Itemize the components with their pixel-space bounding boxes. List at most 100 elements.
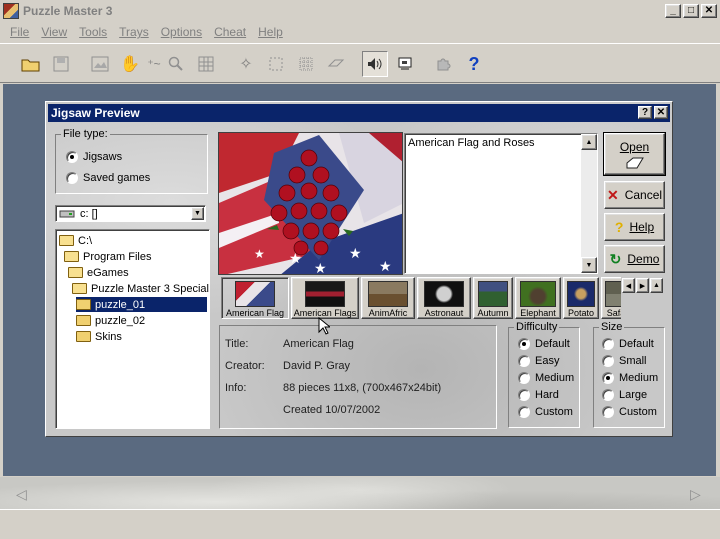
tray-left-icon[interactable]: ◁ (16, 486, 27, 503)
menu-options[interactable]: Options (155, 25, 208, 39)
description-text: American Flag and Roses (408, 137, 535, 149)
open-button[interactable]: Open (603, 132, 666, 176)
difficulty-default[interactable]: Default (518, 338, 570, 350)
tree-node[interactable]: eGames (68, 265, 131, 280)
thumb-up-icon[interactable]: ▲ (650, 278, 663, 293)
save-icon[interactable] (48, 51, 74, 77)
folder-tree[interactable]: C:\ Program Files eGames Puzzle Master 3… (55, 229, 210, 429)
chevron-down-icon[interactable]: ▼ (191, 207, 204, 220)
thumbnail-item[interactable]: Safa (601, 277, 621, 319)
tray-right-icon[interactable]: ▷ (690, 486, 701, 503)
magic-icon[interactable]: ✧ (233, 51, 259, 77)
tree-node-selected[interactable]: puzzle_01 (76, 297, 207, 312)
drive-select[interactable]: c: [] ▼ (55, 205, 206, 222)
help-button-label: Help (629, 220, 655, 234)
menu-cheat[interactable]: Cheat (208, 25, 252, 39)
scroll-down-icon[interactable]: ▼ (581, 257, 597, 273)
question-icon: ? (614, 219, 624, 235)
picture-icon[interactable] (87, 51, 113, 77)
dialog-close-button[interactable]: ✕ (654, 106, 668, 119)
tray-icon[interactable] (323, 51, 349, 77)
all-pieces-icon[interactable] (293, 51, 319, 77)
radio-dot (66, 151, 78, 163)
menu-help[interactable]: Help (252, 25, 289, 39)
thumbnail-item[interactable]: AnimAfric (361, 277, 415, 319)
difficulty-medium[interactable]: Medium (518, 372, 574, 384)
thumbnail-caption: Astronaut (424, 308, 464, 318)
title-label: Title: (225, 338, 249, 350)
piece-icon[interactable] (430, 51, 456, 77)
sound-icon[interactable] (362, 51, 388, 77)
dialog-title-bar: Jigsaw Preview ? ✕ (48, 104, 670, 122)
menu-tools[interactable]: Tools (73, 25, 113, 39)
difficulty-hard[interactable]: Hard (518, 389, 559, 401)
thumbnail-item[interactable]: Elephant (515, 277, 561, 319)
difficulty-custom[interactable]: Custom (518, 406, 573, 418)
radio-label: Default (535, 338, 570, 350)
close-button[interactable]: ✕ (701, 4, 717, 18)
tree-node[interactable]: C:\ (59, 233, 94, 248)
tree-node[interactable]: puzzle_02 (76, 313, 147, 328)
radio-dot (518, 389, 530, 401)
maximize-button[interactable]: □ (683, 4, 699, 18)
title-value: American Flag (283, 338, 354, 350)
thumbnail-item[interactable]: Autumn (473, 277, 513, 319)
hand-icon[interactable]: ✋ (117, 51, 143, 77)
difficulty-legend: Difficulty (516, 321, 558, 333)
size-medium[interactable]: Medium (602, 372, 658, 384)
menu-file[interactable]: File (4, 25, 35, 39)
tree-node-label: Skins (95, 330, 122, 343)
thumbnail-item[interactable]: Astronaut (417, 277, 471, 319)
menu-trays[interactable]: Trays (113, 25, 155, 39)
radio-dot (602, 355, 614, 367)
description-scrollbar[interactable]: ▲ ▼ (581, 134, 597, 273)
thumb-prev-icon[interactable]: ◀ (622, 278, 635, 293)
info-value: 88 pieces 11x8, (700x467x24bit) (283, 382, 442, 394)
radio-label: Custom (535, 406, 573, 418)
grid-icon[interactable] (193, 51, 219, 77)
tree-node[interactable]: Skins (76, 329, 124, 344)
folder-icon (76, 299, 91, 310)
thumb-next-icon[interactable]: ▶ (636, 278, 649, 293)
size-custom[interactable]: Custom (602, 406, 657, 418)
thumbnail-item[interactable]: American Flag (221, 277, 289, 319)
folder-icon (76, 315, 91, 326)
difficulty-easy[interactable]: Easy (518, 355, 559, 367)
thumbnail-caption: AnimAfric (368, 308, 408, 318)
tree-node-label: eGames (87, 266, 129, 279)
tree-node[interactable]: Puzzle Master 3 Special (72, 281, 211, 296)
dialog-help-button[interactable]: ? (638, 106, 652, 119)
description-box[interactable]: American Flag and Roses ▲ ▼ (404, 133, 598, 274)
thumbnail-item[interactable]: American Flags (291, 277, 359, 319)
help-icon[interactable]: ? (461, 51, 487, 77)
thumbnail-image (520, 281, 556, 307)
radio-dot (518, 406, 530, 418)
menu-view[interactable]: View (35, 25, 73, 39)
preview-icon[interactable] (392, 51, 418, 77)
folder-open-icon (64, 251, 79, 262)
open-button-label: Open (619, 139, 650, 154)
radio-jigsaws[interactable]: Jigsaws (66, 151, 122, 163)
radio-label: Easy (535, 355, 560, 367)
size-default[interactable]: Default (602, 338, 654, 350)
edge-pieces-icon[interactable] (263, 51, 289, 77)
demo-button[interactable]: ↻ Demo (604, 245, 665, 273)
tree-node[interactable]: Program Files (64, 249, 153, 264)
size-large[interactable]: Large (602, 389, 647, 401)
scroll-up-icon[interactable]: ▲ (581, 134, 597, 150)
folder-open-icon (68, 267, 83, 278)
radio-label: Small (619, 355, 647, 367)
thumbnail-caption: Potato (567, 308, 595, 318)
cancel-button[interactable]: ✕ Cancel (604, 181, 665, 209)
svg-text:★: ★ (254, 247, 265, 261)
help-button[interactable]: ? Help (604, 213, 665, 241)
svg-text:★: ★ (379, 258, 392, 274)
size-small[interactable]: Small (602, 355, 647, 367)
radio-saved-games[interactable]: Saved games (66, 172, 150, 184)
size-legend: Size (601, 321, 623, 333)
minimize-button[interactable]: _ (665, 4, 681, 18)
open-folder-icon[interactable] (18, 51, 44, 77)
thumbnail-item[interactable]: Potato (563, 277, 599, 319)
zoom-icon[interactable] (163, 51, 189, 77)
tree-node-label: C:\ (78, 234, 93, 247)
